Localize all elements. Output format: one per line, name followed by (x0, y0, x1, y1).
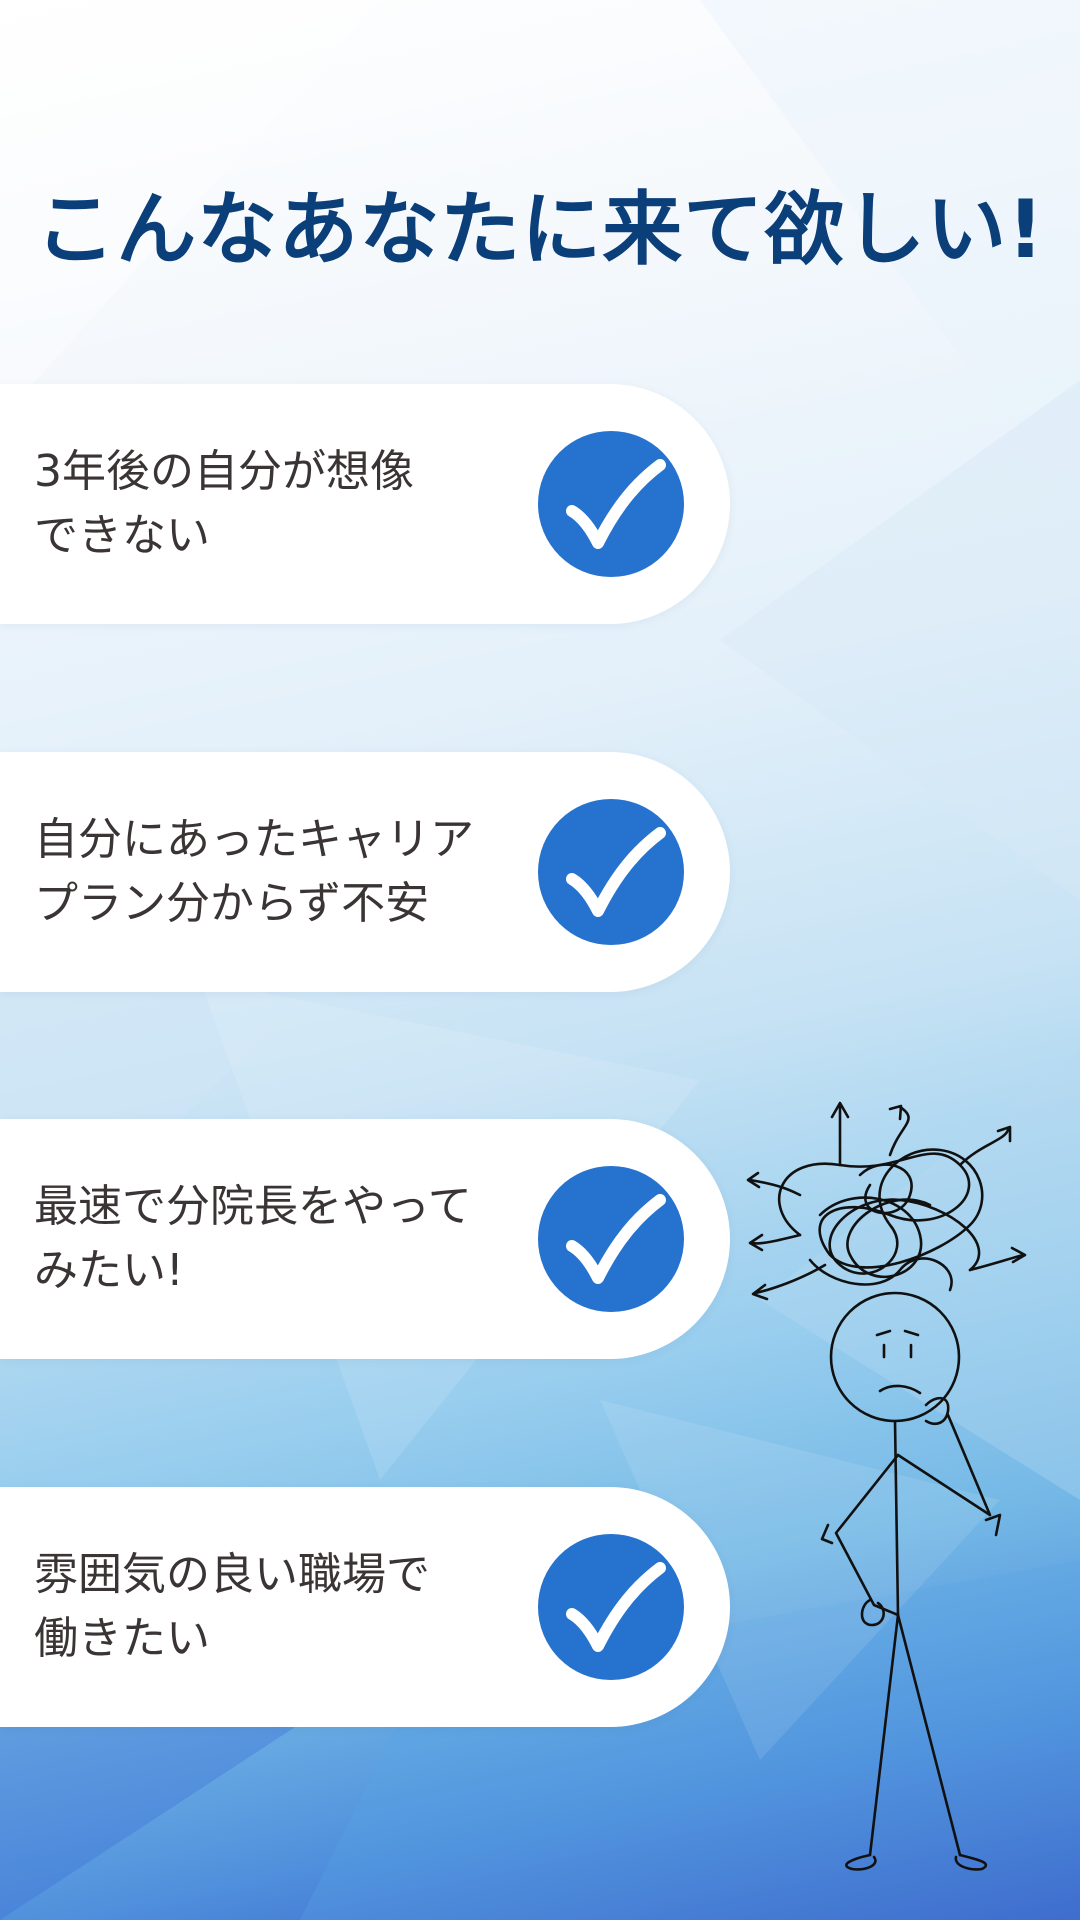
feature-card-text: 3年後の自分が想像 できない (34, 446, 414, 561)
check-icon (538, 431, 684, 577)
check-icon (538, 1534, 684, 1680)
confused-stick-figure-illustration (746, 1101, 1027, 1871)
feature-card-text: 最速で分院長をやって みたい! (34, 1181, 472, 1296)
feature-card-text: 雰囲気の良い職場で 働きたい (34, 1549, 430, 1664)
feature-card-text: 自分にあったキャリア プラン分からず不安 (34, 814, 474, 929)
feature-card-1: 3年後の自分が想像 できない (0, 384, 730, 624)
page-title: こんなあなたに来て欲しい! (35, 183, 1045, 276)
feature-card-2: 自分にあったキャリア プラン分からず不安 (0, 752, 730, 992)
feature-card-4: 雰囲気の良い職場で 働きたい (0, 1487, 730, 1727)
check-icon (538, 1166, 684, 1312)
check-icon (538, 799, 684, 945)
feature-card-3: 最速で分院長をやって みたい! (0, 1119, 730, 1359)
